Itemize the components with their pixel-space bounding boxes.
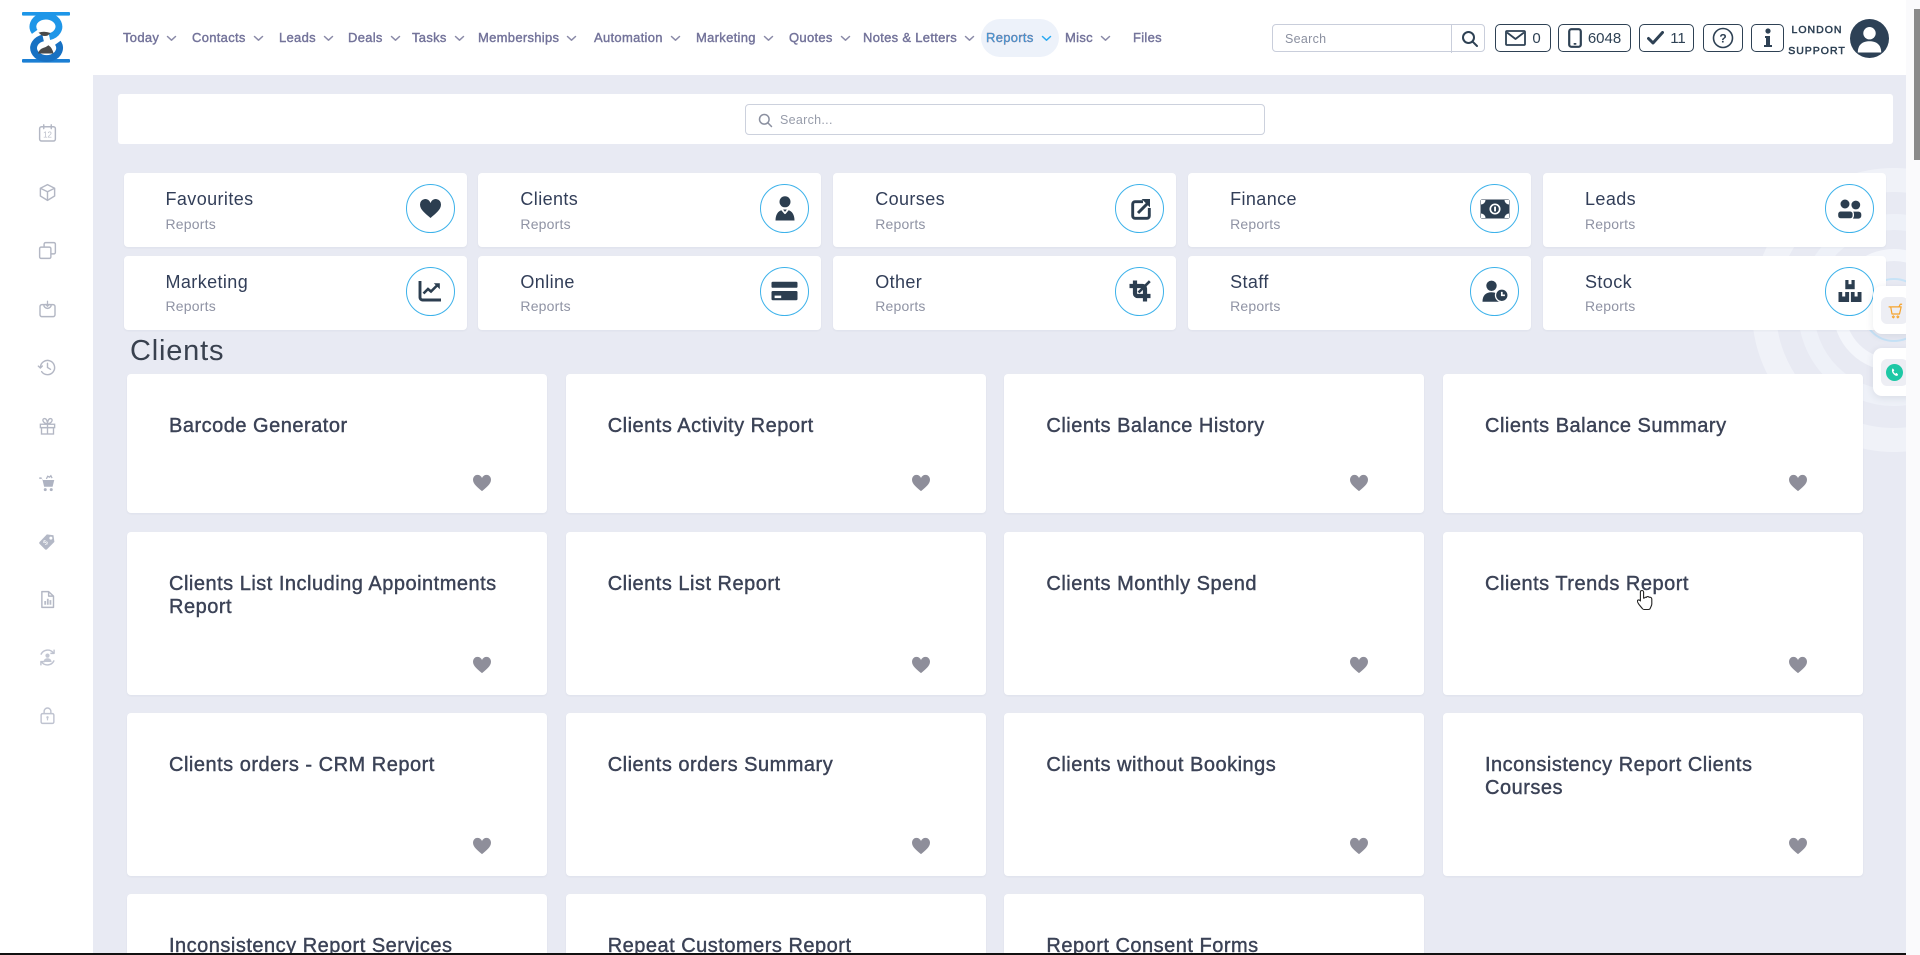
svg-text:12: 12 xyxy=(43,131,52,140)
svg-text:?: ? xyxy=(1719,32,1726,46)
